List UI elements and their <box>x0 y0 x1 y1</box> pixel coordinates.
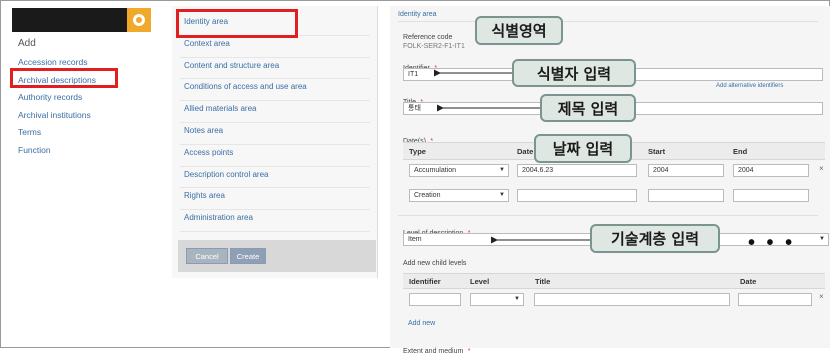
callout-level-input: 기술계층 입력 <box>590 224 720 253</box>
extent-label-text: Extent and medium <box>403 348 464 355</box>
callout-date-input: 날짜 입력 <box>534 134 632 163</box>
callout-title-input: 제목 입력 <box>540 94 636 122</box>
ellipsis-annotation: • • • <box>748 232 796 254</box>
callout-identity-area: 식별영역 <box>475 16 563 45</box>
callout-identifier-input: 식별자 입력 <box>512 59 636 87</box>
annotation-arrows <box>434 69 590 244</box>
required-marker: * <box>467 348 471 355</box>
